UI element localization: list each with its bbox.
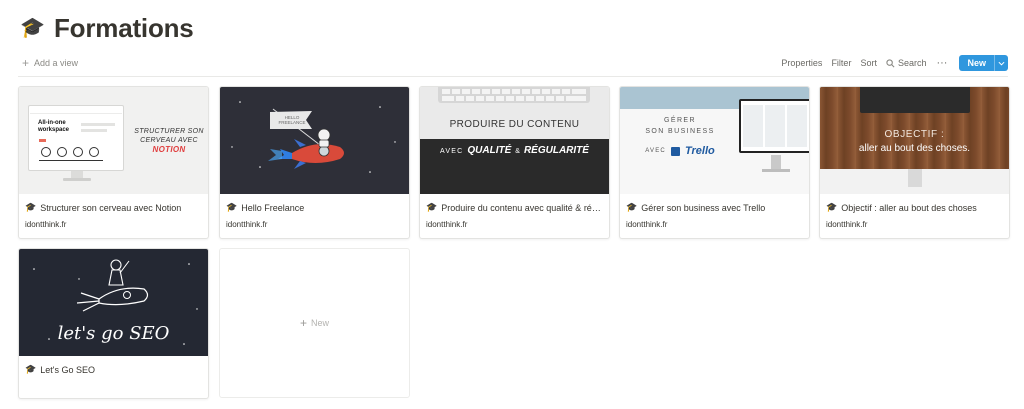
new-button[interactable]: New — [959, 55, 1008, 71]
cover-regularite: RÉGULARITÉ — [523, 145, 589, 156]
cover-brand: Trello — [684, 145, 715, 157]
card-cover-image: HELLO FREELANCE — [220, 87, 409, 194]
card-title: 🎓 Structurer son cerveau avec Notion — [25, 202, 202, 213]
cover-line-1: OBJECTIF : — [884, 129, 945, 140]
more-options-icon[interactable]: ··· — [931, 57, 952, 69]
monitor-illustration — [860, 87, 970, 113]
keyboard-illustration — [442, 89, 586, 101]
cover-avec: AVEC — [645, 148, 666, 154]
new-button-label: New — [967, 58, 986, 68]
chevron-down-icon[interactable] — [994, 55, 1008, 71]
card-url: idontthink.fr — [826, 220, 868, 229]
card-title: 🎓 Hello Freelance — [226, 202, 403, 213]
search-icon — [886, 58, 895, 68]
card-title-text: Structurer son cerveau avec Notion — [40, 202, 182, 213]
plus-icon: + — [299, 316, 307, 330]
card-cover-image: PRODUIRE DU CONTENU AVEC QUALITÉ & RÉGUL… — [420, 87, 609, 194]
gallery-card[interactable]: GÉRER SON BUSINESS AVEC Trello 🎓 Gérer s… — [619, 86, 810, 239]
gallery-card[interactable]: PRODUIRE DU CONTENU AVEC QUALITÉ & RÉGUL… — [419, 86, 610, 239]
card-cover-image: GÉRER SON BUSINESS AVEC Trello — [620, 87, 809, 194]
card-title: 🎓 Objectif : aller au bout des choses — [826, 202, 1003, 213]
cover-text: let's go SEO — [57, 323, 170, 344]
toolbar-actions: Properties Filter Sort Search ··· New — [777, 55, 1008, 71]
cover-avec: AVEC — [440, 148, 464, 155]
card-title-text: Gérer son business avec Trello — [641, 202, 766, 213]
card-url: idontthink.fr — [226, 220, 268, 229]
cover-line-2: SON BUSINESS — [645, 128, 715, 135]
graduation-cap-icon: 🎓 — [25, 202, 37, 212]
card-cover-image: let's go SEO — [19, 249, 208, 356]
add-view-label: Add a view — [34, 58, 79, 68]
new-card-button[interactable]: + New — [219, 248, 410, 398]
new-card-label: New — [311, 318, 330, 328]
card-url: idontthink.fr — [25, 220, 67, 229]
cover-line-1: GÉRER — [664, 117, 696, 124]
card-cover-image: OBJECTIF : aller au bout des choses. — [820, 87, 1009, 194]
graduation-cap-icon: 🎓 — [626, 202, 638, 212]
trello-logo-icon — [670, 146, 680, 156]
graduation-cap-icon: 🎓 — [426, 202, 438, 212]
card-url: idontthink.fr — [426, 220, 468, 229]
cover-line-1: STRUCTURER SON — [134, 128, 204, 135]
gallery-card[interactable]: OBJECTIF : aller au bout des choses. 🎓 O… — [819, 86, 1010, 239]
card-title-text: Hello Freelance — [241, 202, 305, 213]
card-url: idontthink.fr — [626, 220, 668, 229]
cover-ampersand: & — [515, 148, 520, 155]
cover-line-2: CERVEAU AVEC — [140, 137, 198, 144]
cover-qualite: QUALITÉ — [467, 145, 512, 156]
database-toolbar: + Add a view Properties Filter Sort Sear… — [18, 52, 1008, 74]
graduation-cap-icon: 🎓 — [826, 202, 838, 212]
cover-line-2: aller au bout des choses. — [858, 143, 971, 154]
toolbar-divider — [18, 76, 1008, 77]
card-title: 🎓 Gérer son business avec Trello — [626, 202, 803, 213]
cover-headline: All-in-one workspace — [38, 120, 70, 133]
card-title-text: Objectif : aller au bout des choses — [841, 202, 977, 213]
plus-icon: + — [22, 56, 30, 70]
graduation-cap-icon: 🎓 — [226, 202, 238, 212]
gallery-card[interactable]: All-in-one workspace STRUCTURER SON CERV… — [18, 86, 209, 239]
sort-button[interactable]: Sort — [856, 55, 881, 71]
page-title[interactable]: Formations — [54, 13, 194, 44]
filter-button[interactable]: Filter — [827, 55, 855, 71]
page-header: 🎓 Formations — [20, 10, 194, 46]
add-view-button[interactable]: + Add a view — [18, 54, 82, 72]
monitor-illustration — [739, 99, 809, 153]
flag-line-2: FREELANCE — [278, 120, 306, 125]
properties-button[interactable]: Properties — [777, 55, 826, 71]
card-title-text: Let's Go SEO — [40, 364, 95, 375]
astronaut-rocket-illustration — [231, 101, 396, 173]
card-title-text: Produire du contenu avec qualité & rég… — [441, 202, 603, 213]
card-title: 🎓 Let's Go SEO — [25, 364, 202, 375]
graduation-cap-icon: 🎓 — [25, 364, 37, 374]
search-label: Search — [897, 58, 927, 68]
search-button[interactable]: Search — [882, 55, 931, 71]
card-title: 🎓 Produire du contenu avec qualité & rég… — [426, 202, 603, 213]
gallery-card[interactable]: HELLO FREELANCE 🎓 Hello Freelance idontt… — [219, 86, 410, 239]
graduation-cap-icon: 🎓 — [20, 17, 45, 39]
gallery-card[interactable]: let's go SEO 🎓 Let's Go SEO — [18, 248, 209, 399]
cover-line-1: PRODUIRE DU CONTENU — [449, 119, 580, 130]
cover-highlight: NOTION — [152, 145, 186, 154]
card-cover-image: All-in-one workspace STRUCTURER SON CERV… — [19, 87, 208, 194]
